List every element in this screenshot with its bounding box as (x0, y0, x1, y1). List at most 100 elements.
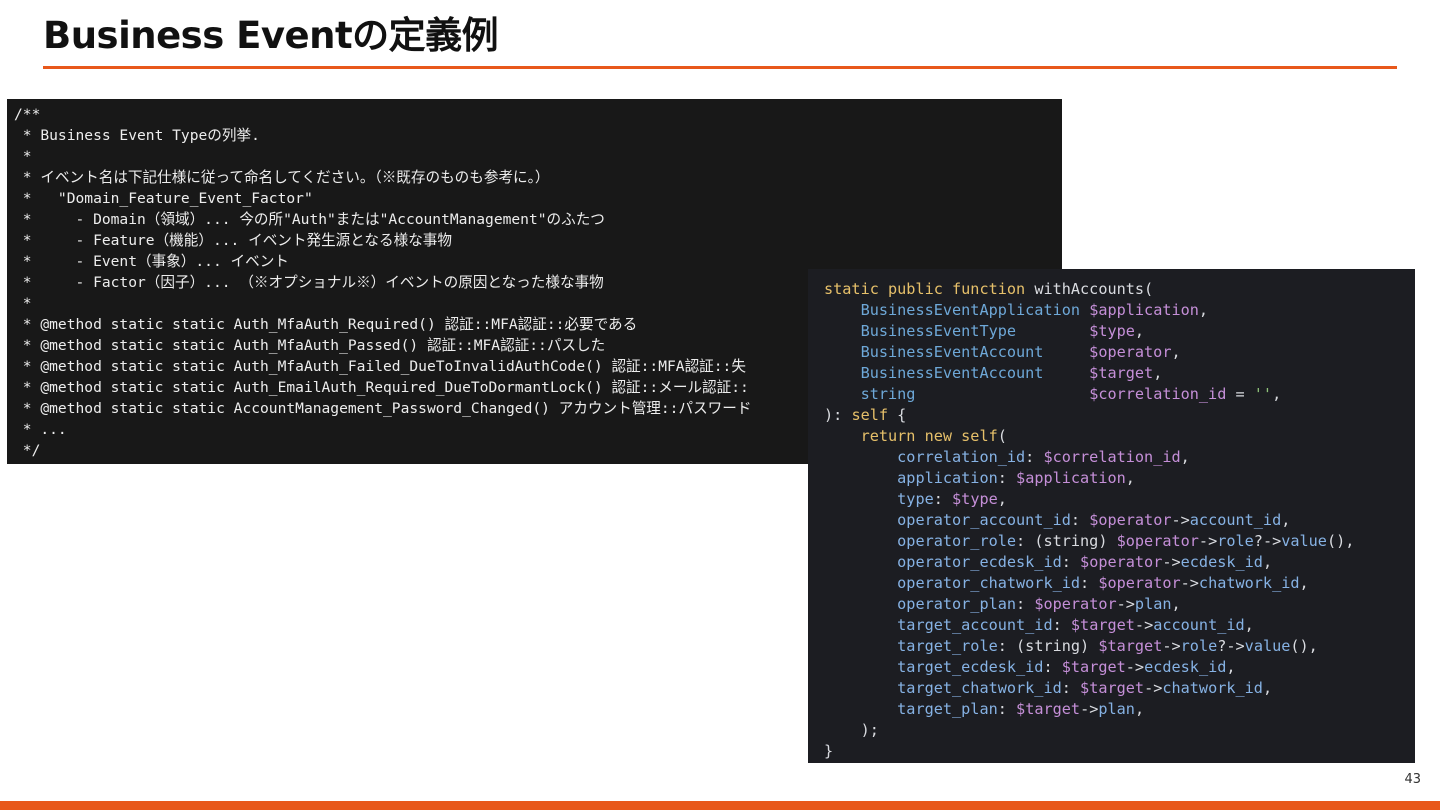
code-token: : (1061, 553, 1081, 571)
code-token: } (824, 742, 834, 760)
comment-code-lines: /** * Business Event Typeの列挙. * * イベント名は… (14, 104, 751, 461)
code-token: $target (1070, 616, 1135, 634)
code-token: operator_plan (897, 595, 1017, 613)
code-token: , (1180, 448, 1190, 466)
code-token: -> (1080, 700, 1099, 718)
code-token: , (1198, 301, 1209, 319)
code-token: target_ecdesk_id (897, 658, 1044, 676)
code-line: * @method static static Auth_MfaAuth_Req… (14, 316, 638, 333)
code-line: * @method static static Auth_MfaAuth_Pas… (14, 337, 606, 354)
code-line: target_ecdesk_id: $target->ecdesk_id, (824, 657, 1354, 678)
code-token: , (1171, 595, 1181, 613)
title-underline (43, 66, 1397, 69)
code-token: $type (1089, 322, 1135, 340)
code-line: target_chatwork_id: $target->chatwork_id… (824, 678, 1354, 699)
code-token: value (1244, 637, 1291, 655)
code-line: type: $type, (824, 489, 1354, 510)
code-token: , (997, 490, 1007, 508)
code-token: , (1262, 679, 1273, 697)
code-token: -> (1162, 637, 1181, 655)
code-line: */ (14, 442, 41, 459)
code-token: plan (1098, 700, 1135, 718)
code-token: target_account_id (897, 616, 1053, 634)
code-token: $target (1089, 364, 1154, 382)
code-token: : (string) (1016, 532, 1117, 550)
code-token: , (1226, 658, 1236, 676)
code-token: -> (1134, 616, 1154, 634)
code-token: $operator (1098, 574, 1181, 592)
code-token: $operator (1116, 532, 1199, 550)
code-line: * イベント名は下記仕様に従って命名してください。（※既存のものも参考に。） (14, 169, 550, 186)
code-token: : (997, 700, 1017, 718)
code-token: ?-> (1217, 637, 1245, 655)
code-line: /** (14, 106, 41, 123)
code-line: BusinessEventAccount $target, (824, 363, 1354, 384)
code-token: -> (1144, 679, 1163, 697)
code-token: : (1080, 574, 1099, 592)
code-token: { (888, 406, 907, 424)
code-line: static public function withAccounts( (824, 279, 1354, 300)
code-token: ): (824, 406, 852, 424)
code-token: : (1025, 448, 1044, 466)
code-token: chatwork_id (1198, 574, 1300, 592)
code-token: : (string) (997, 637, 1099, 655)
code-token: -> (1180, 574, 1199, 592)
code-token: ecdesk_id (1144, 658, 1227, 676)
code-token: chatwork_id (1162, 679, 1263, 697)
code-line: BusinessEventApplication $application, (824, 300, 1354, 321)
code-token: : (997, 469, 1017, 487)
code-token: role (1180, 637, 1218, 655)
code-token: operator_ecdesk_id (897, 553, 1062, 571)
code-token: $application (1016, 469, 1126, 487)
code-token: static public function (824, 280, 1035, 298)
code-line: operator_chatwork_id: $operator->chatwor… (824, 573, 1354, 594)
code-line: * - Event（事象）... イベント (14, 253, 289, 270)
code-token: : (1061, 679, 1081, 697)
code-token: type (897, 490, 934, 508)
code-line: target_role: (string) $target->role?->va… (824, 636, 1354, 657)
code-token: account_id (1153, 616, 1245, 634)
code-line: target_plan: $target->plan, (824, 699, 1354, 720)
code-token: ecdesk_id (1180, 553, 1263, 571)
slide-title: Business Eventの定義例 (43, 14, 499, 57)
code-line: operator_account_id: $operator->account_… (824, 510, 1354, 531)
code-token: $operator (1080, 553, 1163, 571)
code-token: (), (1326, 532, 1355, 550)
code-line: * - Feature（機能）... イベント発生源となる様な事物 (14, 232, 452, 249)
code-token: ( (997, 427, 1007, 445)
code-token: , (1299, 574, 1309, 592)
code-line: return new self( (824, 426, 1354, 447)
code-token: (), (1290, 637, 1318, 655)
code-token: withAccounts( (1034, 280, 1154, 298)
code-token: -> (1125, 658, 1145, 676)
function-code-lines: static public function withAccounts( Bus… (824, 279, 1354, 762)
code-line: BusinessEventAccount $operator, (824, 342, 1354, 363)
code-token: application (897, 469, 998, 487)
code-line: * "Domain_Feature_Event_Factor" (14, 190, 313, 207)
code-token: $target (1080, 679, 1145, 697)
code-token: target_plan (897, 700, 998, 718)
code-token: -> (1198, 532, 1218, 550)
code-token: ?-> (1253, 532, 1282, 550)
code-token: -> (1171, 511, 1190, 529)
code-token: : (1043, 658, 1062, 676)
code-token: -> (1116, 595, 1135, 613)
code-line: * @method static static Auth_MfaAuth_Fai… (14, 358, 746, 375)
